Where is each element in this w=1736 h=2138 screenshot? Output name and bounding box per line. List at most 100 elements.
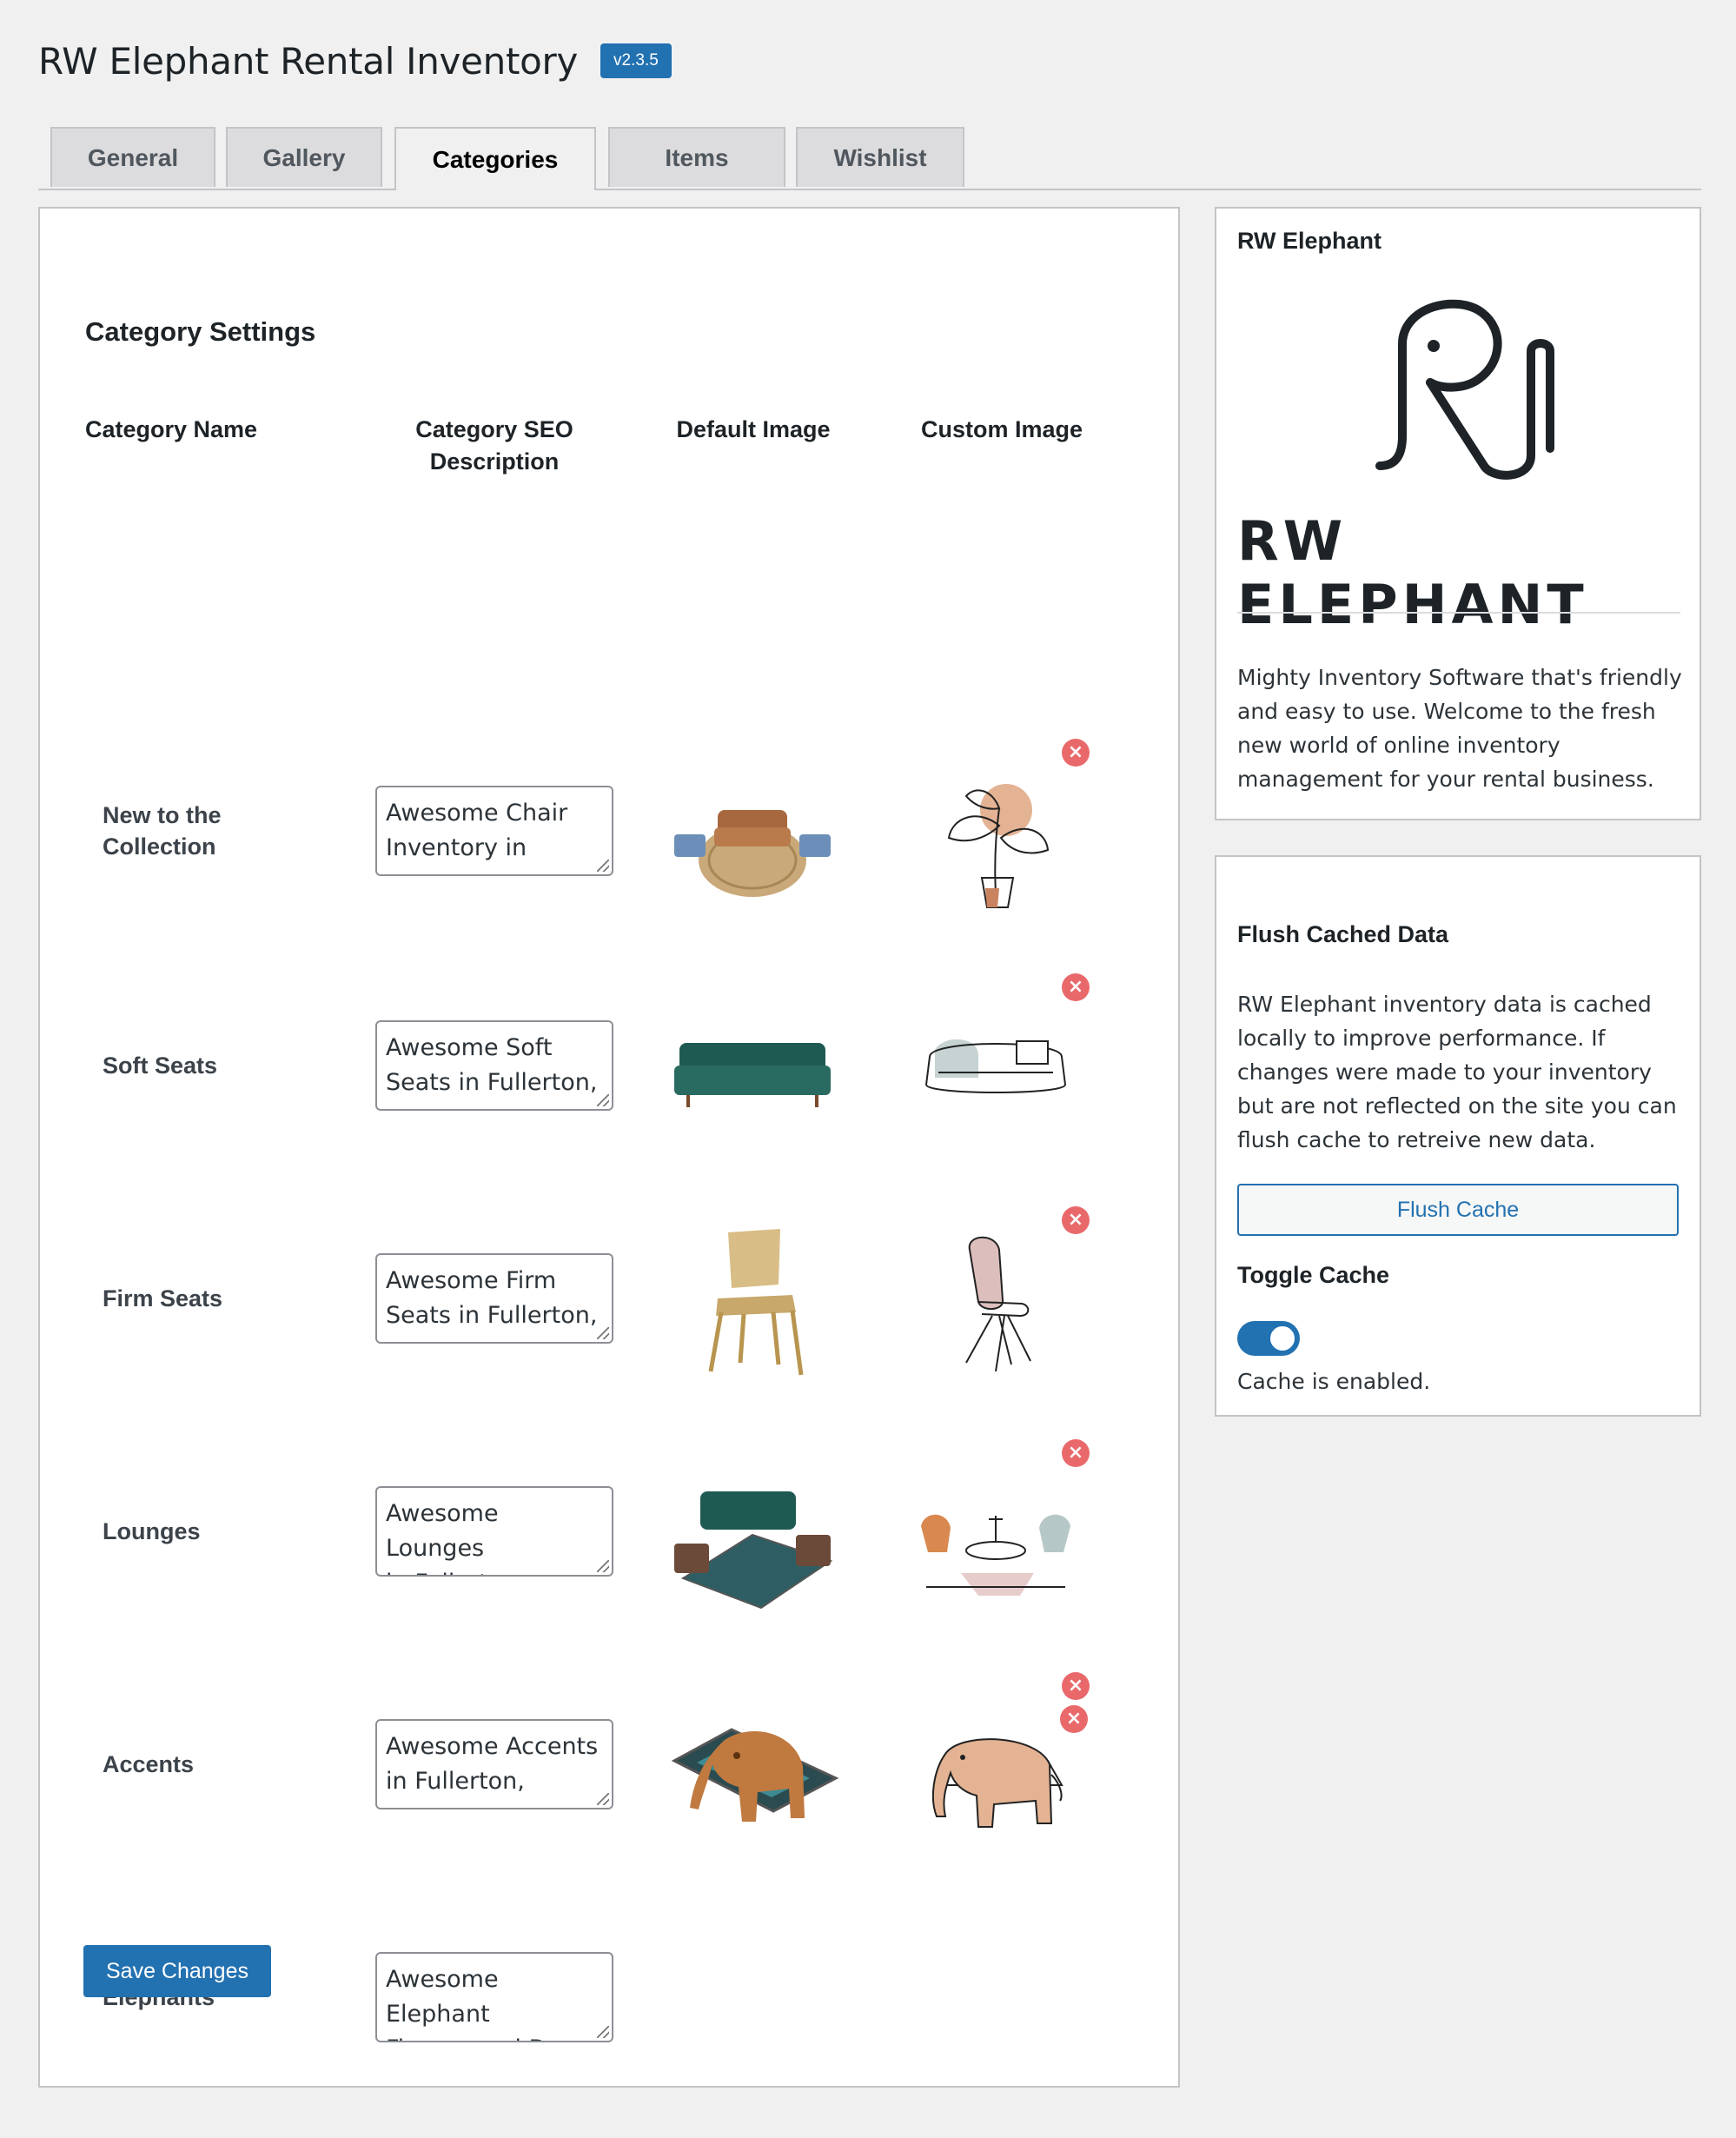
chair-back [728, 1229, 780, 1288]
lounge-chair-left-accent [921, 1514, 951, 1552]
cache-toggle-switch[interactable] [1237, 1321, 1300, 1356]
seo-description-textarea[interactable]: Awesome Firm Seats in Fullerton, [375, 1253, 613, 1344]
default-image-wood-chair[interactable] [666, 1215, 839, 1389]
col-head-custom-image: Custom Image [920, 416, 1083, 442]
table-row: Firm Seats Awesome Firm Seats in Fullert… [40, 1182, 1178, 1415]
seo-description-line1: Awesome Soft [386, 1034, 553, 1061]
sofa-leg [686, 1095, 690, 1107]
seo-description-textarea[interactable]: Awesome Chair Inventory in [375, 786, 613, 876]
logo-eye [1428, 340, 1440, 352]
seo-description-line1: Awesome Firm [386, 1267, 557, 1294]
category-name: Lounges [103, 1518, 201, 1544]
tab-general[interactable]: General [50, 127, 215, 187]
category-name-line1: New to the [103, 802, 222, 828]
seo-description-line1: Awesome Accents [386, 1733, 599, 1760]
right-chair [799, 834, 831, 857]
elephant-body [690, 1731, 805, 1822]
seo-description-line2: in Fullerton, [386, 1768, 525, 1795]
chair-legs [708, 1310, 804, 1376]
lounge-table [965, 1541, 1026, 1560]
brand-divider [1237, 612, 1680, 614]
seo-description-line2: Seats in Fullerton, [386, 1302, 598, 1329]
rw-elephant-logo-icon [1375, 299, 1554, 480]
seo-description-line1: Awesome Chair [386, 800, 568, 827]
col-head-seo-description: Category SEO Description [375, 414, 613, 478]
col-head-seo-line2: Description [429, 448, 560, 475]
sofa-cushion [1016, 1040, 1049, 1065]
lounge-rug-accent [961, 1573, 1034, 1596]
resize-handle-icon[interactable] [597, 1327, 609, 1339]
plant-leaf-right [999, 827, 1050, 854]
resize-handle-icon[interactable] [597, 1094, 609, 1106]
resize-handle-icon[interactable] [597, 1560, 609, 1572]
sofa-leg [815, 1095, 818, 1107]
seo-description-line2: Inventory in [386, 834, 527, 861]
flush-cache-button[interactable]: Flush Cache [1237, 1184, 1679, 1236]
category-name-line2: Collection [103, 833, 216, 860]
table-row: New to the Collection Awesome Chair Inve… [40, 714, 1178, 947]
lounge-chair-right [796, 1535, 831, 1566]
lounge-sofa [700, 1491, 796, 1530]
tab-gallery[interactable]: Gallery [226, 127, 382, 187]
lounge-chair-right-accent [1039, 1514, 1070, 1552]
elephant-outline [931, 1738, 1053, 1828]
default-image-wood-elephant[interactable] [664, 1705, 838, 1879]
page-header: RW Elephant Rental Inventory v2.3.5 [38, 35, 672, 87]
resize-handle-icon[interactable] [597, 860, 609, 872]
tab-categories[interactable]: Categories [394, 127, 596, 190]
tab-wishlist[interactable]: Wishlist [796, 127, 964, 187]
remove-image-icon[interactable]: × [1062, 1206, 1090, 1234]
custom-image-plant-line[interactable] [909, 747, 1083, 921]
category-name: Accents [103, 1751, 195, 1777]
cache-card-title: Flush Cached Data [1237, 921, 1449, 947]
col-head-seo-line1: Category SEO [415, 416, 573, 442]
table-row: Elephants Awesome Elephant Figures and D… [40, 1881, 1178, 2114]
tab-items[interactable]: Items [608, 127, 785, 187]
remove-image-icon[interactable]: × [1062, 1439, 1090, 1467]
seo-description-line2: Figures and Decor [386, 2032, 603, 2041]
toggle-knob [1269, 1325, 1296, 1352]
remove-image-icon[interactable]: × [1060, 1705, 1088, 1733]
seo-description-textarea[interactable]: Awesome Lounges in Fullerton, [375, 1486, 613, 1577]
resize-handle-icon[interactable] [597, 1793, 609, 1805]
table-row: Soft Seats Awesome Soft Seats in Fullert… [40, 949, 1178, 1182]
col-head-default-image: Default Image [676, 416, 831, 442]
category-name: Firm Seats [103, 1285, 223, 1311]
custom-image-lounge-line[interactable] [909, 1448, 1083, 1622]
save-changes-button[interactable]: Save Changes [83, 1945, 271, 1997]
sofa-seat [674, 1066, 831, 1095]
category-name: New to the Collection [103, 800, 320, 862]
elephant-eye [733, 1752, 740, 1759]
cache-status: Cache is enabled. [1237, 1369, 1431, 1394]
seo-description-textarea[interactable]: Awesome Accents in Fullerton, [375, 1719, 613, 1809]
brand-card-title: RW Elephant [1237, 228, 1382, 254]
remove-image-icon[interactable]: × [1062, 1672, 1090, 1700]
settings-tabs: General Gallery Categories Items Wishlis… [38, 127, 1701, 190]
toggle-cache-label: Toggle Cache [1237, 1262, 1390, 1288]
custom-image-sofa-line[interactable] [909, 982, 1083, 1156]
section-title: Category Settings [85, 316, 316, 347]
seo-description-line1: Awesome Elephant [386, 1966, 499, 2028]
brand-description: Mighty Inventory Software that's friendl… [1237, 665, 1682, 792]
seo-description-textarea[interactable]: Awesome Elephant Figures and Decor [375, 1952, 613, 2042]
seo-description-textarea[interactable]: Awesome Soft Seats in Fullerton, [375, 1020, 613, 1111]
version-badge: v2.3.5 [600, 43, 672, 78]
remove-image-icon[interactable]: × [1062, 973, 1090, 1001]
chair-seat [716, 1295, 796, 1316]
logo-mark-path [1375, 299, 1554, 480]
brand-wordmark: RW ELEPHANT [1237, 509, 1588, 636]
default-image-green-sofa[interactable] [666, 982, 839, 1156]
default-image-sofa-rug-chairs[interactable] [666, 747, 839, 921]
remove-image-icon[interactable]: × [1062, 739, 1090, 767]
resize-handle-icon[interactable] [597, 2026, 609, 2038]
custom-image-chair-line[interactable] [909, 1215, 1083, 1389]
chair-shell [968, 1236, 1004, 1310]
custom-image-elephant-line[interactable] [907, 1705, 1081, 1879]
lounge-vase [989, 1516, 1003, 1542]
col-head-category-name: Category Name [85, 416, 258, 442]
seo-description-line1: Awesome Lounges [386, 1500, 499, 1562]
default-image-lounge-set[interactable] [666, 1448, 839, 1622]
pot-accent [985, 888, 999, 907]
category-name: Soft Seats [103, 1052, 218, 1079]
lounge-chair-left [674, 1544, 709, 1573]
